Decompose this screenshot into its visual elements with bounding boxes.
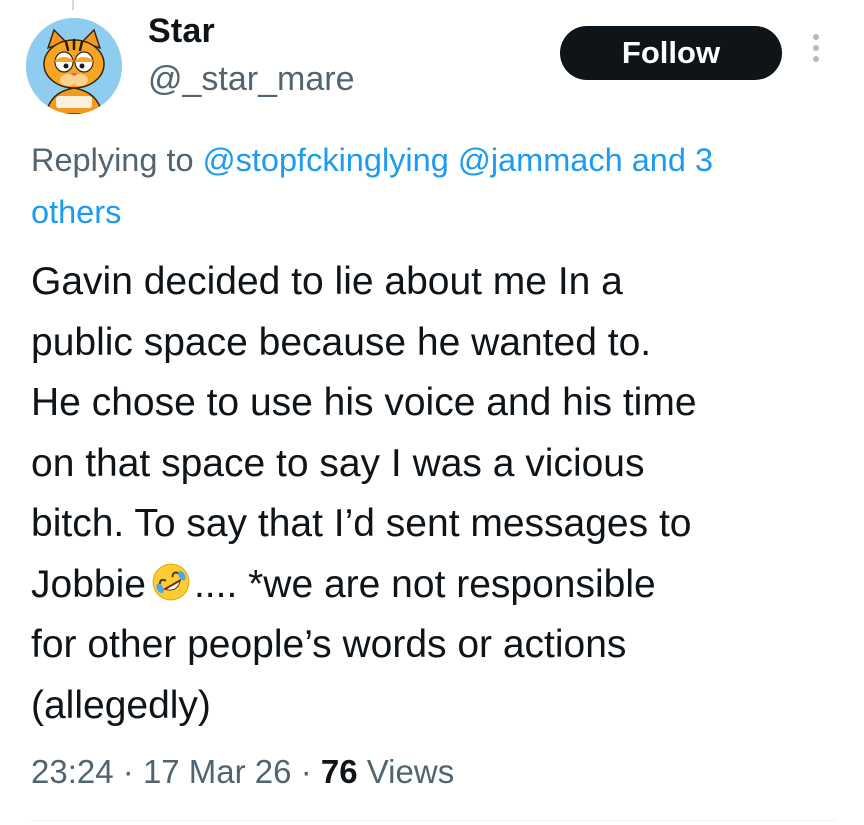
- tweet-text-fragment: .... *we are not responsible: [193, 562, 656, 606]
- mention-link[interactable]: @stopfckinglying: [203, 142, 449, 178]
- author-handle[interactable]: @_star_mare: [148, 60, 354, 99]
- tweet-date[interactable]: 17 Mar 26: [143, 753, 292, 790]
- others-link-line[interactable]: others: [31, 186, 121, 238]
- tweet-text-line: He chose to use his voice and his time: [31, 381, 697, 424]
- tweet-time[interactable]: 23:24: [31, 753, 114, 790]
- tweet-body: Gavin decided to lie about me In a publi…: [31, 252, 851, 736]
- tweet-text-line-with-emoji: Jobbie .... *we are not responsible: [31, 555, 851, 616]
- mention-link[interactable]: @jammach: [458, 142, 623, 178]
- vertical-ellipsis-icon[interactable]: [808, 34, 824, 72]
- views-label[interactable]: Views: [367, 753, 454, 790]
- tweet-text-line: (allegedly): [31, 683, 211, 727]
- meta-separator: ·: [122, 753, 134, 790]
- rolling-on-floor-laughing-emoji: [152, 563, 190, 600]
- thread-connector-line: [72, 0, 74, 10]
- meta-separator: ·: [300, 753, 312, 790]
- tweet-text-line: on that space to say I was a vicious: [31, 441, 645, 485]
- follow-button[interactable]: Follow: [560, 26, 782, 80]
- author-display-name[interactable]: Star: [148, 12, 215, 51]
- avatar[interactable]: [26, 18, 122, 114]
- tweet-text-line: for other people’s words or actions: [31, 623, 627, 666]
- replying-to-label: Replying to: [31, 142, 194, 178]
- tweet-text-line: Gavin decided to lie about me In a: [31, 260, 623, 303]
- tweet-text-fragment: Jobbie: [31, 562, 146, 606]
- tweet-meta: 23:24 · 17 Mar 26 · 76 Views: [31, 748, 454, 796]
- replying-to-line: Replying to @stopfckinglying @jammach an…: [31, 134, 864, 186]
- cartoon-cat-avatar-icon: [26, 18, 122, 114]
- others-link[interactable]: and 3: [632, 142, 713, 178]
- tweet-text-line: public space because he wanted to.: [31, 320, 652, 364]
- others-link-text[interactable]: others: [31, 194, 121, 230]
- divider: [31, 820, 837, 821]
- tweet-text-line: bitch. To say that I’d sent messages to: [31, 502, 692, 545]
- views-count[interactable]: 76: [321, 753, 358, 790]
